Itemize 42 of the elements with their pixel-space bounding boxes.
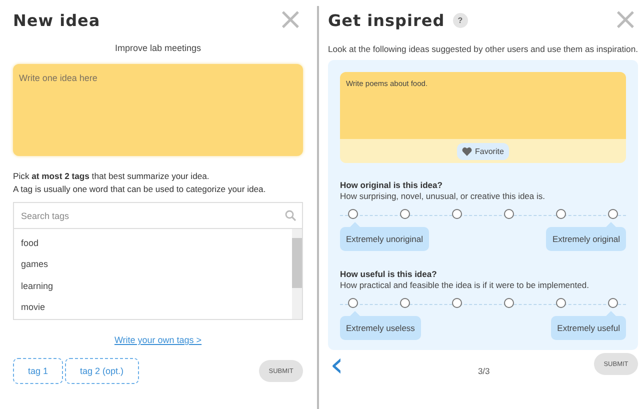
rating-radio[interactable] [400,209,410,219]
own-tags-link[interactable]: Write your own tags > [114,335,202,345]
favorite-button[interactable]: Favorite [457,142,509,160]
rating-question: How original is this idea? [340,180,444,190]
panel-title: Get inspired [328,10,445,30]
topic-text: Improve lab meetings [114,43,202,55]
idea-field[interactable]: Write one idea here [13,64,304,156]
tag-option[interactable]: games [14,254,292,275]
min-label: Extremely useless [340,311,421,340]
panel-title: New idea [13,10,100,30]
rating-radio[interactable] [452,298,462,308]
rating-radio[interactable] [348,298,358,308]
tag-option[interactable]: food [14,232,292,254]
min-label: Extremely unoriginal [340,222,429,251]
rating-radio[interactable] [556,209,566,219]
rating-radio[interactable] [504,298,514,308]
search-field[interactable]: Search tags [13,202,304,229]
page-counter: 3/3 [478,366,490,376]
rating-hint: How practical and feasible the idea is if it were to be implemented. [340,280,590,290]
tag-slot[interactable]: tag 2 (opt.) [65,358,139,384]
instruction-text: Pick at most 2 tags that best summarize your idea. [13,170,210,183]
heart-icon [462,146,472,156]
rating-question: How useful is this idea? [340,269,438,279]
search-icon [285,210,296,221]
description-text: Look at the following ideas suggested by other users and use them as inspiration. [328,44,638,54]
rating-radio[interactable] [556,298,566,308]
rating-radio[interactable] [608,298,618,308]
back-button[interactable]: ‹ [328,350,358,386]
rating-radio[interactable] [348,209,358,219]
rating-radio[interactable] [504,209,514,219]
rating-hint: How surprising, novel, unusual, or creative this idea is. [340,191,546,201]
tag-slot[interactable]: tag 1 [13,358,64,384]
tag-option[interactable]: movie [14,296,292,318]
max-label: Extremely original [546,222,626,251]
tag-option[interactable]: learning [14,275,292,296]
scrollbar[interactable] [292,229,302,319]
max-label: Extremely useful [551,311,626,340]
help-button[interactable]: ? [452,12,468,28]
rating-radio[interactable] [608,209,618,219]
rating-radio[interactable] [452,209,462,219]
rating-radio[interactable] [400,298,410,308]
instruction-text: A tag is usually one word that can be used to categorize your idea. [13,183,267,196]
